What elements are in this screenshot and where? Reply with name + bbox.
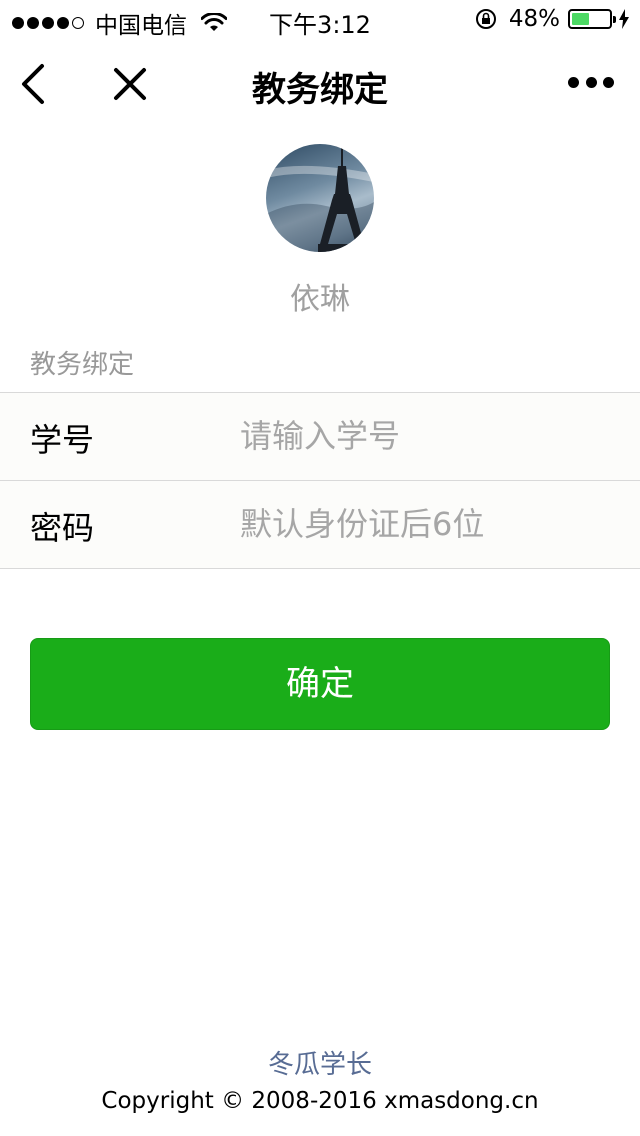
- page-title: 教务绑定: [252, 70, 388, 110]
- battery-fill: [572, 13, 590, 25]
- screen: 中国电信 下午3:12 48% 教务绑定 依琳 教务绑定 学号 请输入学号 密码…: [0, 0, 640, 1136]
- password-row: 密码: [0, 480, 640, 568]
- student-id-row: 学号: [0, 393, 640, 480]
- section-label: 教务绑定: [30, 350, 135, 380]
- battery-percent: 48%: [508, 6, 560, 32]
- charging-bolt-icon: [619, 9, 629, 29]
- more-dots-icon[interactable]: [568, 72, 614, 92]
- eiffel-tower-image: [266, 148, 374, 252]
- status-bar: 中国电信 下午3:12 48%: [0, 0, 640, 40]
- student-id-input[interactable]: [240, 407, 610, 465]
- status-right: 48%: [475, 6, 630, 32]
- password-input[interactable]: [240, 495, 610, 553]
- nav-bar: 教务绑定: [0, 40, 640, 128]
- password-label: 密码: [30, 509, 95, 547]
- confirm-button[interactable]: 确定: [30, 638, 610, 730]
- battery-icon: [568, 9, 616, 29]
- username: 依琳: [290, 282, 350, 317]
- rotation-lock-icon: [475, 9, 496, 29]
- binding-form: 学号 密码: [0, 392, 640, 569]
- footer-link[interactable]: 冬瓜学长: [0, 1044, 640, 1081]
- copyright-text: Copyright © 2008-2016 xmasdong.cn: [101, 1088, 539, 1114]
- avatar: [266, 144, 374, 252]
- student-id-label: 学号: [30, 421, 95, 459]
